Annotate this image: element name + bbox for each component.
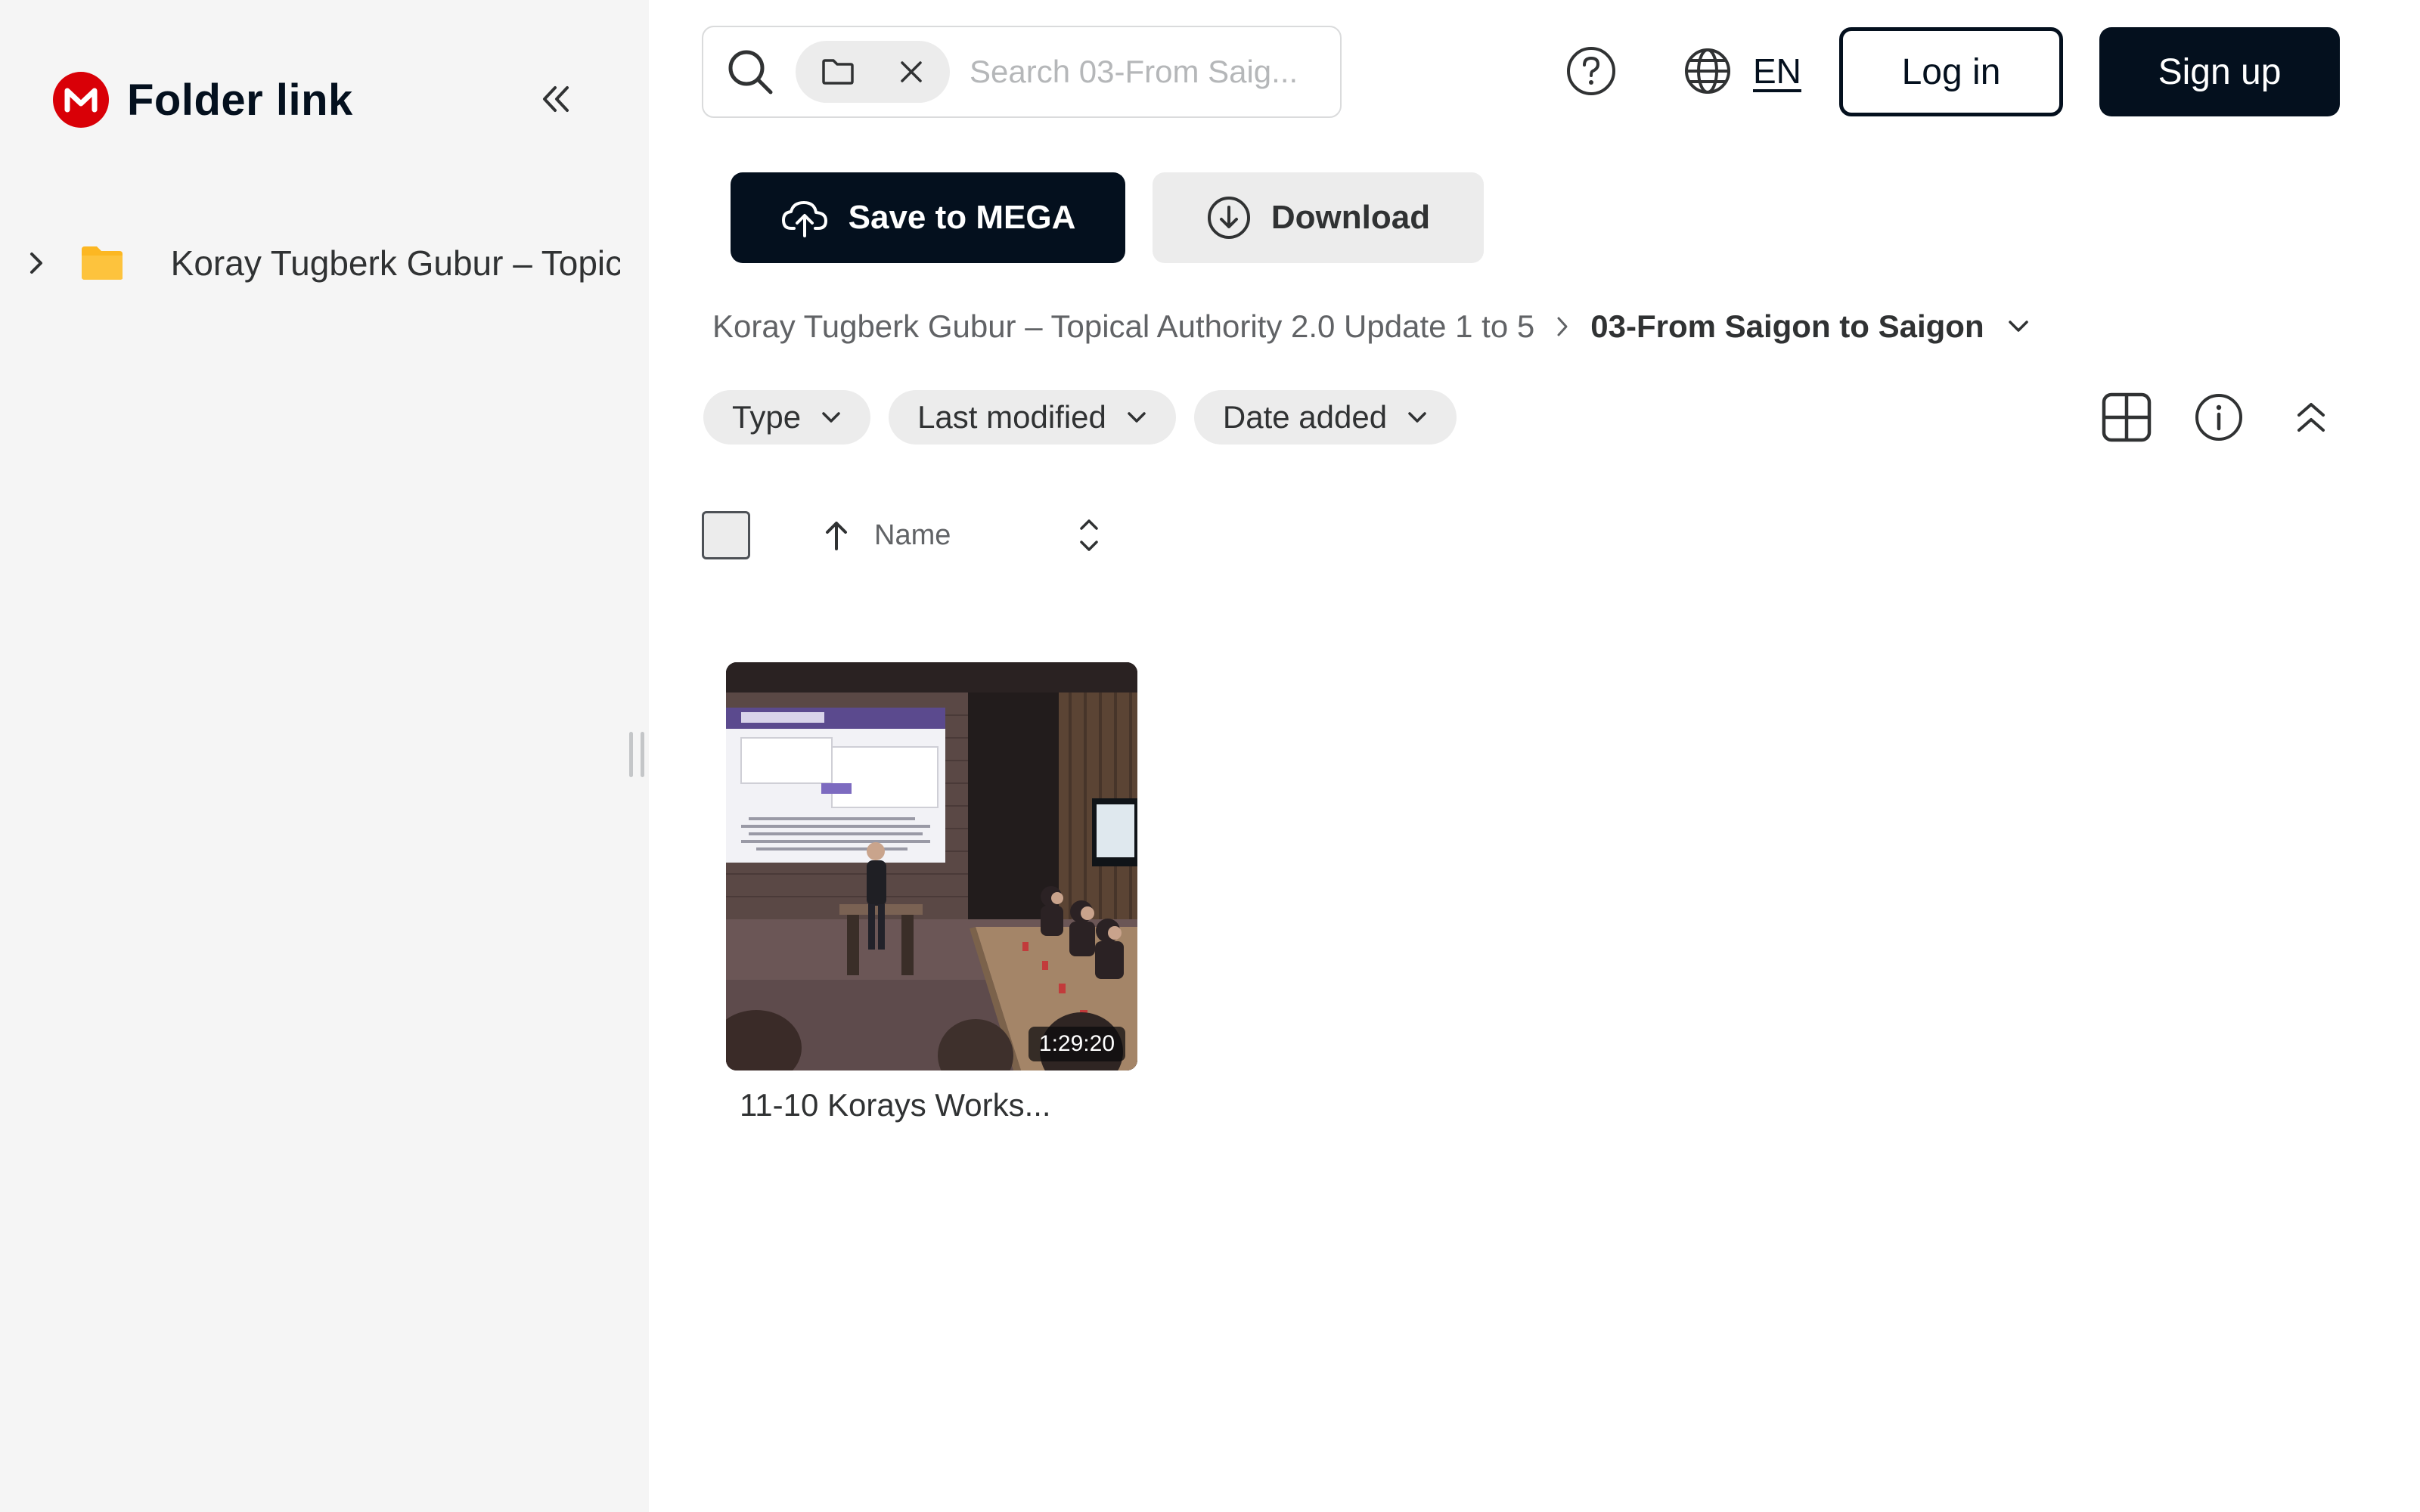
sidebar-title: Folder link — [127, 75, 353, 125]
chevron-down-icon — [822, 412, 840, 423]
breadcrumb: Koray Tugberk Gubur – Topical Authority … — [712, 299, 2030, 354]
filter-type-label: Type — [732, 399, 802, 435]
double-chevron-left-icon — [543, 86, 569, 112]
video-duration: 1:29:20 — [1028, 1027, 1125, 1061]
filter-date-added-label: Date added — [1222, 399, 1388, 435]
filter-bar: Type Last modified Date added — [703, 390, 1457, 445]
chevron-right-icon — [1556, 315, 1569, 338]
language-label[interactable]: EN — [1753, 51, 1801, 91]
breadcrumb-parent[interactable]: Koray Tugberk Gubur – Topical Authority … — [712, 308, 1534, 345]
collapse-sidebar-button[interactable] — [529, 73, 582, 125]
chevron-down-icon — [1408, 412, 1426, 423]
sort-by-name-header[interactable]: Name — [821, 511, 951, 559]
save-to-mega-label: Save to MEGA — [848, 199, 1076, 236]
file-card[interactable]: 1:29:20 11-10 Korays Works... — [726, 662, 1137, 1123]
filter-last-modified[interactable]: Last modified — [889, 390, 1176, 445]
search-bar[interactable]: Search 03-From Saig... — [702, 26, 1342, 118]
chevron-down-icon — [1128, 412, 1146, 423]
sort-order-toggle[interactable] — [1068, 510, 1110, 561]
filter-date-added[interactable]: Date added — [1193, 390, 1457, 445]
chevron-down-icon[interactable] — [2007, 319, 2030, 334]
close-icon[interactable] — [898, 59, 924, 85]
select-all-checkbox[interactable] — [702, 511, 750, 559]
video-thumbnail: 1:29:20 — [726, 662, 1137, 1070]
info-button[interactable] — [2192, 387, 2246, 448]
cloud-upload-icon — [781, 201, 827, 237]
folder-icon — [80, 245, 124, 281]
grid-view-icon — [2102, 392, 2152, 442]
breadcrumb-current: 03-From Saigon to Saigon — [1590, 308, 1984, 344]
signup-button[interactable]: Sign up — [2099, 27, 2340, 116]
globe-icon — [1685, 48, 1730, 94]
sidebar-tree-label: Koray Tugberk Gubur – Topical Authority … — [170, 243, 620, 283]
double-chevron-up-icon — [2297, 403, 2325, 432]
name-column-label: Name — [874, 519, 951, 551]
info-icon — [2195, 394, 2242, 441]
download-label: Download — [1270, 199, 1431, 236]
help-circle-icon — [1567, 47, 1615, 95]
grid-view-button[interactable] — [2099, 387, 2154, 448]
login-button[interactable]: Log in — [1839, 27, 2063, 116]
language-selector[interactable]: EN — [1683, 44, 1801, 98]
chevron-right-icon[interactable] — [23, 249, 50, 277]
help-button[interactable] — [1564, 44, 1618, 98]
filter-type[interactable]: Type — [703, 390, 871, 445]
search-input[interactable]: Search 03-From Saig... — [970, 54, 1298, 90]
resize-grip-line — [629, 732, 633, 777]
file-name: 11-10 Korays Works... — [740, 1087, 1051, 1123]
collapse-header-button[interactable] — [2284, 387, 2338, 448]
arrow-up-icon — [826, 522, 847, 550]
sidebar-resize-handle[interactable] — [629, 732, 644, 777]
filter-last-modified-label: Last modified — [917, 399, 1106, 435]
sidebar: Folder link Koray Tugberk Gubur – Topica… — [0, 0, 649, 1512]
folder-outline-icon — [822, 59, 854, 85]
search-scope-chip[interactable] — [796, 41, 950, 103]
download-button[interactable]: Download — [1153, 172, 1484, 263]
sidebar-logo[interactable]: Folder link — [53, 70, 353, 130]
save-to-mega-button[interactable]: Save to MEGA — [731, 172, 1125, 263]
mega-logo-icon — [53, 72, 109, 128]
resize-grip-line — [641, 732, 644, 777]
sort-toggle-icon — [1080, 519, 1098, 551]
sidebar-tree-item-root[interactable]: Koray Tugberk Gubur – Topical Authority … — [23, 236, 620, 290]
download-circle-icon — [1207, 197, 1250, 239]
view-tools — [2099, 387, 2338, 448]
search-icon — [728, 50, 773, 94]
